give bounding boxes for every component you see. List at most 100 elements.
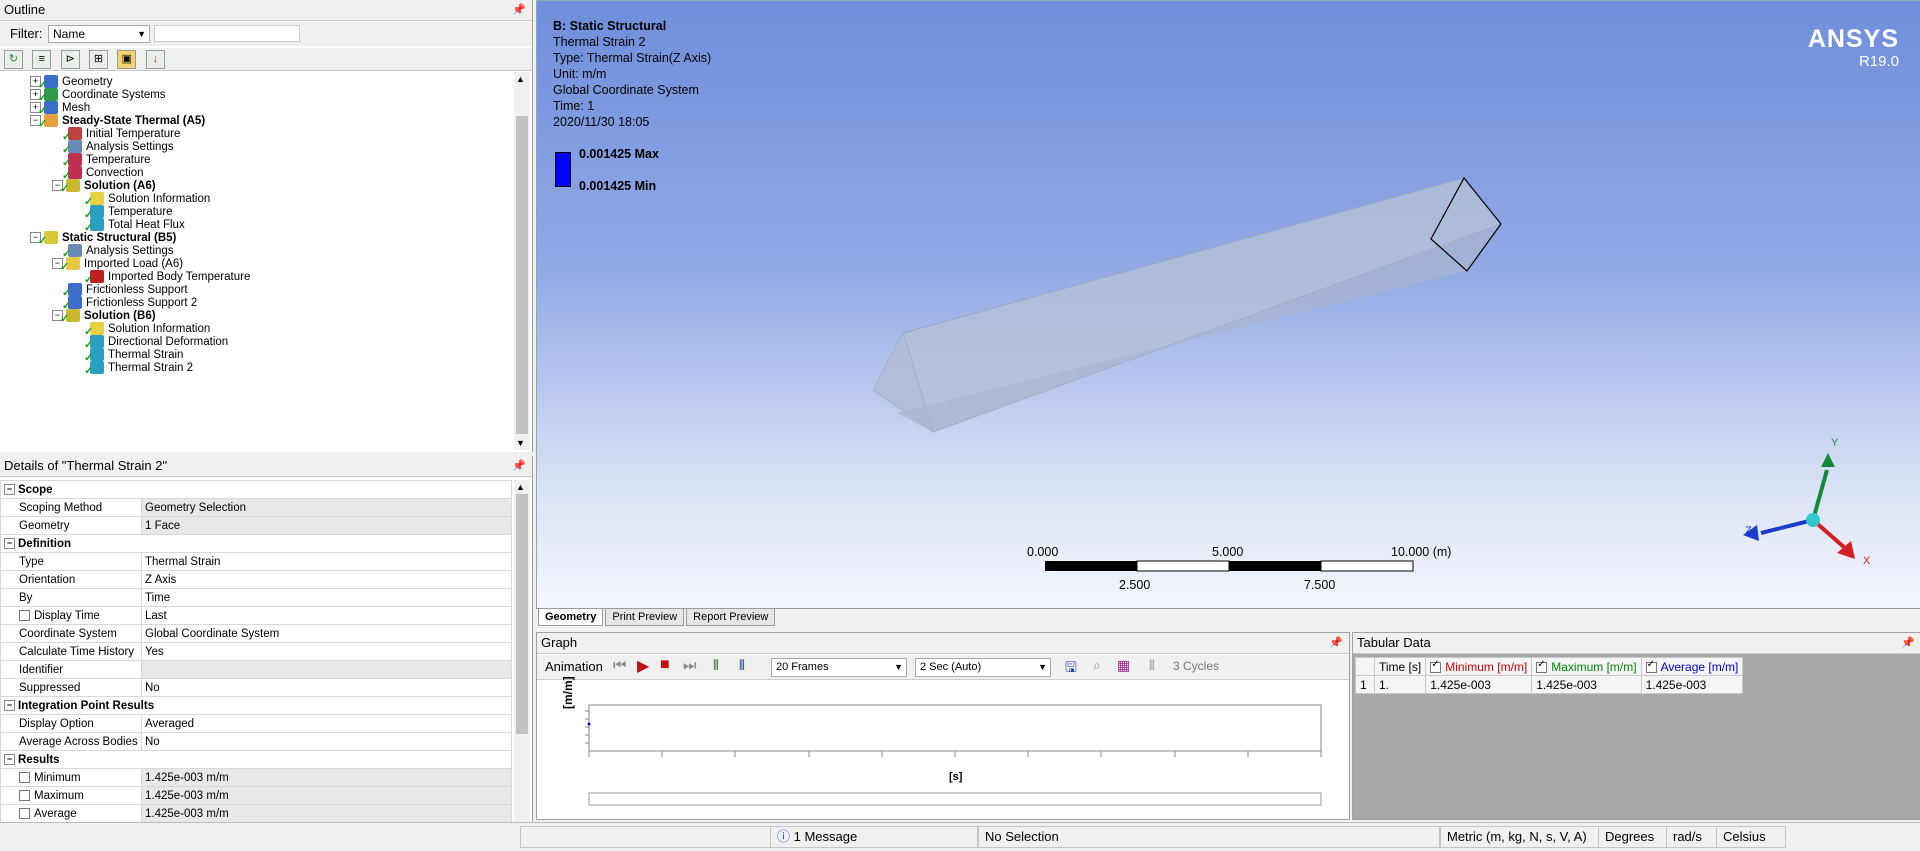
property-value[interactable]: Geometry Selection	[141, 498, 512, 517]
sort-icon[interactable]: ↓	[145, 50, 165, 69]
pin-icon[interactable]: 📌	[512, 3, 526, 16]
filter-select[interactable]: Name ▼	[48, 25, 150, 43]
frames-select[interactable]: 20 Frames ▼	[771, 658, 907, 677]
pin-icon[interactable]: 📌	[1329, 636, 1343, 649]
color-grid-icon[interactable]: ▦	[1117, 657, 1130, 674]
checkbox[interactable]	[19, 789, 30, 801]
tab-print-preview[interactable]: Print Preview	[605, 609, 685, 626]
property-value[interactable]: Global Coordinate System	[141, 624, 512, 643]
property-value[interactable]: Averaged	[141, 714, 512, 733]
collapse-icon[interactable]: −	[4, 753, 15, 765]
details-row[interactable]: Suppressed No	[0, 678, 512, 697]
details-row[interactable]: Type Thermal Strain	[0, 552, 512, 571]
details-row[interactable]: Maximum 1.425e-003 m/m	[0, 786, 512, 805]
checkbox[interactable]	[19, 609, 30, 621]
collapse-icon[interactable]: ⊳	[60, 50, 80, 69]
property-value[interactable]: 1.425e-003 m/m	[141, 768, 512, 787]
details-section[interactable]: − Definition	[0, 534, 512, 553]
previous-frame-icon[interactable]: ⏮	[613, 657, 627, 674]
details-row[interactable]: Average 1.425e-003 m/m	[0, 804, 512, 823]
column-header[interactable]: ✓ Average [m/m]	[1640, 657, 1744, 676]
collapse-icon[interactable]: −	[4, 483, 15, 495]
details-row[interactable]: By Time	[0, 588, 512, 607]
property-value[interactable]: Last	[141, 606, 512, 625]
next-frame-icon[interactable]: ⏭	[683, 657, 697, 674]
filter-search-input[interactable]	[154, 25, 300, 42]
checkbox[interactable]	[19, 807, 30, 819]
details-row[interactable]: Display Time Last	[0, 606, 512, 625]
model-canvas[interactable]	[537, 1, 1920, 609]
result-sets-icon[interactable]: ⫴	[739, 657, 745, 674]
messages-indicator[interactable]: ⓘ 1 Message	[770, 826, 978, 848]
property-label: Type	[19, 555, 44, 568]
property-value[interactable]: Time	[141, 588, 512, 607]
pin-icon[interactable]: 📌	[1901, 636, 1915, 649]
collapse-icon[interactable]: −	[4, 699, 15, 711]
checkbox[interactable]: ✓	[1645, 659, 1657, 673]
rotational-velocity-unit[interactable]: rad/s	[1666, 826, 1718, 848]
scroll-up-icon[interactable]: ▲	[516, 482, 525, 492]
outline-scrollbar[interactable]: ▲ ▼	[514, 72, 530, 450]
details-scroll-thumb[interactable]	[516, 494, 528, 734]
checkbox[interactable]	[19, 771, 30, 783]
details-row[interactable]: Average Across Bodies No	[0, 732, 512, 751]
tree-filter-icon[interactable]: ≡	[32, 50, 52, 69]
details-row[interactable]: Display Option Averaged	[0, 714, 512, 733]
property-value[interactable]: No	[141, 732, 512, 751]
outline-scroll-thumb[interactable]	[516, 116, 528, 434]
property-value[interactable]: 1.425e-003 m/m	[141, 786, 512, 805]
details-scrollbar[interactable]: ▲ ▼	[514, 480, 530, 844]
column-header-label: Minimum [m/m]	[1445, 659, 1528, 674]
checkbox[interactable]: ✓	[1430, 659, 1442, 673]
tab-geometry[interactable]: Geometry	[538, 609, 604, 626]
property-value[interactable]: Z Axis	[141, 570, 512, 589]
details-row[interactable]: Scoping Method Geometry Selection	[0, 498, 512, 517]
details-row[interactable]: Minimum 1.425e-003 m/m	[0, 768, 512, 787]
table-cell[interactable]: 1.	[1373, 675, 1427, 694]
column-header[interactable]: Time [s]	[1373, 657, 1427, 676]
pin-icon[interactable]: 📌	[512, 459, 526, 472]
details-row[interactable]: Geometry 1 Face	[0, 516, 512, 535]
folder-icon[interactable]: ▣	[117, 50, 137, 69]
graph-plot[interactable]	[537, 681, 1349, 817]
export-video-icon[interactable]: 🖫	[1065, 657, 1077, 681]
unit-system[interactable]: Metric (m, kg, N, s, V, A)	[1440, 826, 1600, 848]
play-icon[interactable]: ▶	[637, 656, 649, 676]
table-cell[interactable]: 1.425e-003	[1531, 675, 1642, 694]
checkbox[interactable]: ✓	[1536, 659, 1548, 673]
details-section[interactable]: − Results	[0, 750, 512, 769]
cycles-icon[interactable]: ⫴	[1149, 657, 1155, 674]
details-section[interactable]: − Scope	[0, 480, 512, 499]
scroll-down-icon[interactable]: ▼	[516, 438, 525, 448]
property-value[interactable]: 1.425e-003 m/m	[141, 804, 512, 823]
scroll-up-icon[interactable]: ▲	[516, 74, 525, 84]
details-row[interactable]: Orientation Z Axis	[0, 570, 512, 589]
property-value[interactable]: No	[141, 678, 512, 697]
row-index[interactable]: 1	[1355, 675, 1375, 694]
angle-unit[interactable]: Degrees	[1598, 826, 1668, 848]
zoom-icon[interactable]: ⌕	[1093, 657, 1101, 674]
temperature-unit[interactable]: Celsius	[1716, 826, 1786, 848]
table-row[interactable]: 1 1. 1.425e-003 1.425e-003 1.425e-003	[1355, 675, 1744, 694]
table-cell[interactable]: 1.425e-003	[1425, 675, 1533, 694]
duration-select[interactable]: 2 Sec (Auto) ▼	[915, 658, 1051, 677]
table-cell[interactable]: 1.425e-003	[1640, 675, 1744, 694]
details-section[interactable]: − Integration Point Results	[0, 696, 512, 715]
property-value[interactable]	[141, 660, 512, 679]
distributed-frames-icon[interactable]: ⫴	[713, 657, 719, 674]
details-row[interactable]: Coordinate System Global Coordinate Syste…	[0, 624, 512, 643]
tree-item[interactable]: ✓ Thermal Strain 2	[74, 360, 193, 377]
refresh-icon[interactable]: ↻	[4, 50, 23, 69]
details-row[interactable]: Calculate Time History Yes	[0, 642, 512, 661]
column-header[interactable]: ✓ Maximum [m/m]	[1531, 657, 1642, 676]
details-row[interactable]: Identifier	[0, 660, 512, 679]
property-value[interactable]: Thermal Strain	[141, 552, 512, 571]
collapse-icon[interactable]: −	[4, 537, 15, 549]
property-value[interactable]: Yes	[141, 642, 512, 661]
column-header[interactable]: ✓ Minimum [m/m]	[1425, 657, 1533, 676]
expand-all-icon[interactable]: ⊞	[89, 50, 109, 69]
tab-report-preview[interactable]: Report Preview	[686, 609, 776, 626]
stop-icon[interactable]: ■	[660, 656, 670, 674]
property-value[interactable]: 1 Face	[141, 516, 512, 535]
graphics-viewport[interactable]: B: Static Structural Thermal Strain 2 Ty…	[536, 0, 1920, 610]
